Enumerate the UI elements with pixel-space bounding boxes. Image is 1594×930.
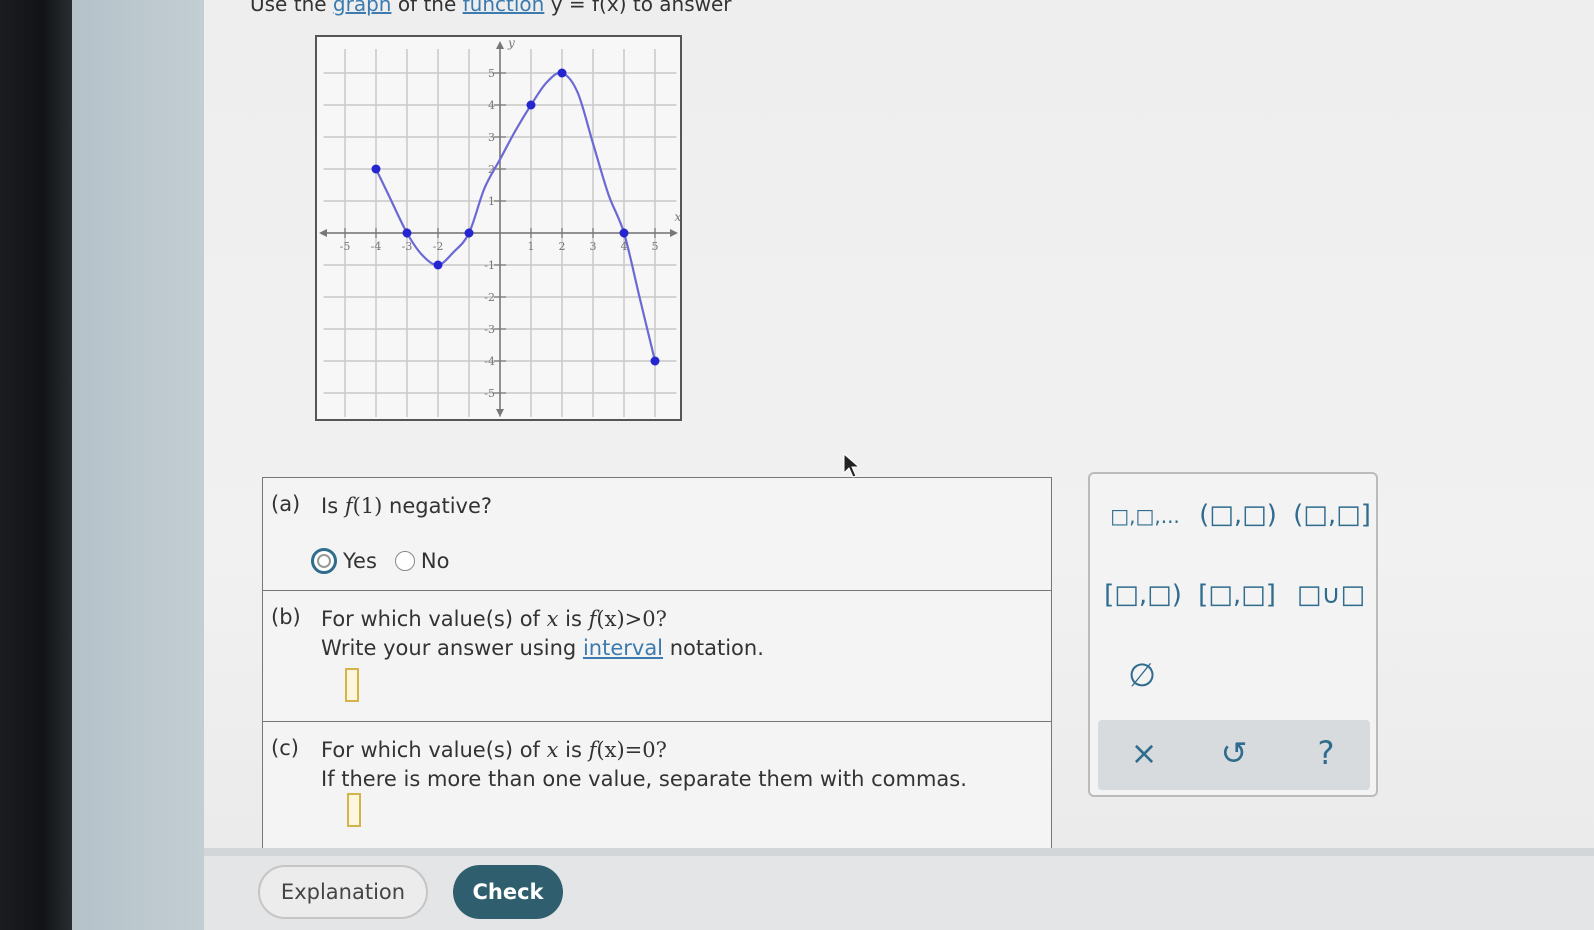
y-tick-label: 3 — [488, 131, 495, 144]
condition-expression: (x)=0? — [596, 738, 667, 762]
graph-canvas: -5-4-3-21234554321-1-2-3-4-5xy — [319, 37, 681, 417]
instruction-text: If there is more than one value, separat… — [321, 767, 967, 791]
part-b: (b) For which value(s) of x is f(x)>0? W… — [263, 591, 1051, 722]
y-axis-label: y — [507, 37, 515, 50]
instruction-middle: of the — [397, 0, 457, 16]
y-tick-label: -1 — [484, 259, 495, 272]
x-axis-left-arrow — [319, 229, 327, 237]
instruction-text: notation. — [669, 636, 764, 660]
question-text: Is — [321, 494, 339, 518]
question-panel: (a) Is f(1) negative? Yes No (b) For whi… — [262, 477, 1052, 857]
no-label[interactable]: No — [421, 549, 450, 573]
graph-point — [526, 100, 536, 110]
graph-point — [402, 228, 412, 238]
keypad-action-bar: × ↺ ? — [1098, 720, 1370, 790]
instruction-text: Use the graph of the function y = f(x) t… — [250, 0, 732, 16]
part-c: (c) For which value(s) of x is f(x)=0? I… — [263, 722, 1051, 862]
footer-divider — [204, 848, 1594, 856]
function-link[interactable]: function — [463, 0, 545, 16]
function-graph: -5-4-3-21234554321-1-2-3-4-5xy — [315, 35, 682, 421]
math-keypad: □,□,... (□,□) (□,□] [□,□) [□,□] □∪□ ∅ × … — [1088, 472, 1378, 797]
y-axis-up-arrow — [496, 41, 504, 49]
x-tick-label: 1 — [528, 240, 535, 253]
y-tick-label: -4 — [484, 355, 495, 368]
yes-no-options: Yes No — [311, 548, 467, 574]
y-tick-label: 1 — [488, 195, 495, 208]
graph-link[interactable]: graph — [333, 0, 392, 16]
y-tick-label: -3 — [484, 323, 495, 336]
instruction-suffix: y = f(x) to answer — [550, 0, 732, 16]
mouse-cursor-icon — [843, 453, 861, 478]
part-b-label: (b) — [271, 605, 301, 629]
part-c-question: For which value(s) of x is f(x)=0? If th… — [321, 736, 967, 794]
no-radio[interactable] — [394, 551, 415, 571]
function-symbol: f — [344, 494, 353, 518]
instruction-text: Write your answer using — [321, 636, 577, 660]
graph-point — [433, 260, 443, 270]
half-open-right-key[interactable]: (□,□] — [1287, 500, 1377, 530]
y-tick-label: -2 — [484, 291, 495, 304]
check-button[interactable]: Check — [453, 865, 563, 919]
part-a: (a) Is f(1) negative? Yes No — [263, 478, 1051, 591]
question-text: For which value(s) of — [321, 738, 540, 762]
question-text: is — [565, 738, 582, 762]
x-tick-label: -4 — [371, 240, 382, 253]
monitor-bezel — [0, 0, 72, 930]
part-c-answer-input[interactable] — [347, 793, 361, 827]
half-open-left-key[interactable]: [□,□) — [1098, 580, 1188, 610]
x-axis-right-arrow — [670, 229, 678, 237]
page-margin — [72, 0, 204, 930]
list-key[interactable]: □,□,... — [1100, 504, 1190, 528]
explanation-button[interactable]: Explanation — [258, 865, 428, 919]
x-tick-label: 2 — [559, 240, 566, 253]
function-curve — [375, 71, 657, 362]
interval-link[interactable]: interval — [583, 636, 663, 660]
x-tick-label: -5 — [340, 240, 351, 253]
graph-point — [464, 228, 474, 238]
x-tick-label: 3 — [590, 240, 597, 253]
question-text: is — [565, 607, 582, 631]
empty-set-key[interactable]: ∅ — [1097, 656, 1187, 694]
closed-interval-key[interactable]: [□,□] — [1192, 580, 1282, 610]
graph-point — [650, 356, 660, 366]
y-tick-label: 5 — [488, 67, 495, 80]
function-argument: (1) — [352, 494, 383, 518]
part-a-question: Is f(1) negative? — [321, 492, 492, 521]
open-interval-key[interactable]: (□,□) — [1193, 500, 1283, 530]
x-tick-label: -3 — [402, 240, 413, 253]
part-b-question: For which value(s) of x is f(x)>0? Write… — [321, 605, 764, 663]
graph-point — [371, 164, 381, 174]
x-tick-label: -2 — [433, 240, 444, 253]
variable-x: x — [546, 607, 559, 631]
y-tick-label: 4 — [488, 99, 495, 112]
condition-expression: (x)>0? — [596, 607, 667, 631]
union-key[interactable]: □∪□ — [1286, 580, 1376, 610]
graph-point — [619, 228, 629, 238]
question-text: negative? — [389, 494, 493, 518]
question-text: For which value(s) of — [321, 607, 540, 631]
graph-point — [557, 68, 567, 78]
x-tick-label: 5 — [652, 240, 659, 253]
instruction-prefix: Use the — [250, 0, 327, 16]
part-a-label: (a) — [271, 492, 301, 516]
help-icon[interactable]: ? — [1296, 734, 1356, 772]
yes-radio[interactable] — [311, 548, 337, 574]
yes-label[interactable]: Yes — [343, 549, 377, 573]
y-axis-down-arrow — [496, 409, 504, 417]
x-axis-label: x — [675, 210, 681, 224]
variable-x: x — [546, 738, 559, 762]
clear-icon[interactable]: × — [1114, 734, 1174, 772]
y-tick-label: -5 — [484, 387, 495, 400]
undo-icon[interactable]: ↺ — [1204, 734, 1264, 772]
part-b-answer-input[interactable] — [345, 668, 359, 702]
part-c-label: (c) — [271, 736, 299, 760]
